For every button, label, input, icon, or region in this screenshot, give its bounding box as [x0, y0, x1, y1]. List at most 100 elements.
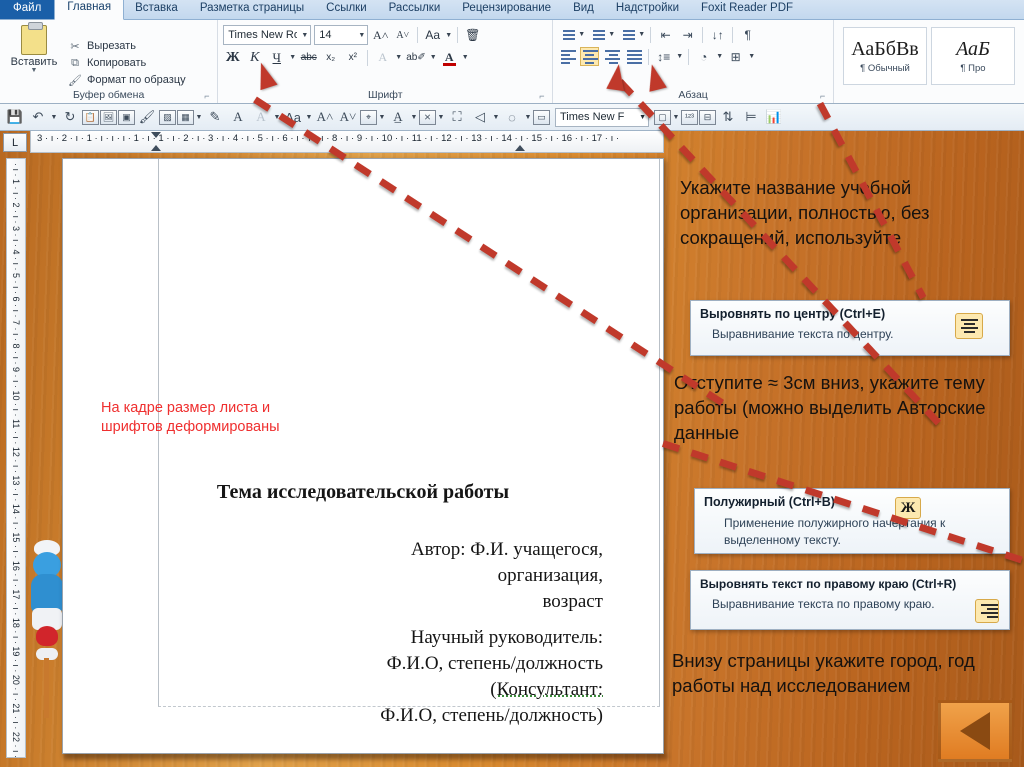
- chevron-down-icon[interactable]: ▼: [378, 114, 386, 121]
- insert-clipart-icon[interactable]: ▣: [118, 109, 135, 125]
- chevron-down-icon[interactable]: ▼: [31, 67, 38, 74]
- style-no-spacing[interactable]: АаБ ¶ Про: [931, 27, 1015, 85]
- chevron-down-icon[interactable]: ▼: [445, 32, 452, 39]
- paste-icon[interactable]: 📋: [82, 109, 99, 125]
- chevron-down-icon[interactable]: ▼: [638, 31, 645, 38]
- align-center-icon[interactable]: [580, 47, 600, 66]
- format-painter-icon[interactable]: 🖌: [136, 107, 158, 128]
- subscript-button[interactable]: x₂: [321, 48, 340, 67]
- chevron-down-icon[interactable]: ▼: [297, 32, 308, 39]
- font-color-a-icon[interactable]: A: [227, 107, 249, 128]
- grow-font-icon[interactable]: A˄: [371, 26, 390, 45]
- chevron-down-icon[interactable]: ▼: [50, 114, 58, 121]
- chevron-down-icon[interactable]: ▼: [672, 114, 680, 121]
- word-count-icon[interactable]: ¹²³: [681, 109, 698, 125]
- text-box-icon[interactable]: ▭: [533, 109, 550, 125]
- chevron-down-icon[interactable]: ▼: [305, 114, 313, 121]
- compare-icon[interactable]: ⊟: [699, 109, 716, 125]
- insert-table-icon[interactable]: ▦: [177, 109, 194, 125]
- chevron-down-icon[interactable]: ▼: [524, 114, 532, 121]
- chevron-down-icon[interactable]: ▼: [639, 114, 646, 121]
- cut-button[interactable]: ✂ Вырезать: [65, 39, 189, 54]
- tab-addins[interactable]: Надстройки: [605, 0, 690, 19]
- tab-references[interactable]: Ссылки: [315, 0, 378, 19]
- chevron-down-icon[interactable]: ▼: [716, 53, 723, 60]
- chart-icon[interactable]: 📊: [763, 107, 785, 128]
- tab-review[interactable]: Рецензирование: [451, 0, 562, 19]
- chevron-down-icon[interactable]: ▼: [430, 54, 437, 61]
- shading-icon[interactable]: ◔: [694, 47, 713, 66]
- crop-icon[interactable]: ⛶: [446, 107, 468, 128]
- align-justify-icon[interactable]: [624, 47, 643, 66]
- superscript-button[interactable]: x²: [343, 48, 362, 67]
- chevron-down-icon[interactable]: ▼: [195, 114, 203, 121]
- text-direction-icon[interactable]: ⇅: [717, 107, 739, 128]
- insert-object-icon[interactable]: ▨: [159, 109, 176, 125]
- chevron-down-icon[interactable]: ▼: [354, 32, 365, 39]
- paragraph-dialog-launcher-icon[interactable]: ⌐: [820, 92, 829, 101]
- shape-fill-icon[interactable]: ◌: [501, 107, 523, 128]
- text-highlight-icon[interactable]: ab✐: [405, 48, 427, 67]
- redo-icon[interactable]: ↻: [59, 107, 81, 128]
- wrap-text-icon[interactable]: ◁: [469, 107, 491, 128]
- qat-font-name-combo[interactable]: Times New F ▼: [555, 107, 649, 127]
- chevron-down-icon[interactable]: ▼: [395, 54, 402, 61]
- equation-icon[interactable]: ⨯: [419, 109, 436, 125]
- chevron-down-icon[interactable]: ▼: [462, 54, 469, 61]
- decrease-indent-icon[interactable]: ⇤: [656, 25, 675, 44]
- strikethrough-button[interactable]: abc: [299, 48, 318, 67]
- clipboard-dialog-launcher-icon[interactable]: ⌐: [204, 92, 213, 101]
- font-dialog-launcher-icon[interactable]: ⌐: [539, 92, 548, 101]
- back-navigation-button[interactable]: [938, 700, 1012, 762]
- copy-button[interactable]: ⧉ Копировать: [65, 56, 189, 71]
- tab-view[interactable]: Вид: [562, 0, 605, 19]
- chevron-down-icon[interactable]: ▼: [492, 114, 500, 121]
- tab-foxit-pdf[interactable]: Foxit Reader PDF: [690, 0, 804, 19]
- align-object-icon[interactable]: ⊨: [740, 107, 762, 128]
- chevron-down-icon[interactable]: ▼: [578, 31, 585, 38]
- chevron-down-icon[interactable]: ▼: [289, 54, 296, 61]
- highlight-icon[interactable]: ✎: [204, 107, 226, 128]
- bold-button[interactable]: Ж: [223, 48, 242, 67]
- select-icon[interactable]: ⌖: [360, 109, 377, 125]
- save-icon[interactable]: 💾: [4, 107, 26, 128]
- align-left-icon[interactable]: [558, 47, 577, 66]
- sort-icon[interactable]: ↓↑: [708, 25, 727, 44]
- tab-page-layout[interactable]: Разметка страницы: [189, 0, 315, 19]
- grow-font-icon[interactable]: A˄: [314, 107, 336, 128]
- insert-picture-icon[interactable]: 🖼: [100, 109, 117, 125]
- change-case-button[interactable]: Aa: [423, 26, 442, 45]
- chevron-down-icon[interactable]: ▼: [676, 53, 683, 60]
- chevron-down-icon[interactable]: ▼: [437, 114, 445, 121]
- borders-icon[interactable]: ⊞: [726, 47, 745, 66]
- chevron-down-icon[interactable]: ▼: [410, 114, 418, 121]
- font-name-combo[interactable]: Times New Ro ▼: [223, 25, 312, 45]
- tab-home[interactable]: Главная: [54, 0, 125, 20]
- tab-mailings[interactable]: Рассылки: [378, 0, 452, 19]
- clear-formatting-icon[interactable]: 🗑: [463, 26, 482, 45]
- shrink-font-icon[interactable]: A˅: [337, 107, 359, 128]
- multilevel-list-icon[interactable]: [618, 27, 636, 42]
- first-line-indent-marker[interactable]: [151, 132, 161, 138]
- font-color-button[interactable]: A: [440, 48, 459, 67]
- document-page[interactable]: На кадре размер листа и шрифтов деформир…: [62, 158, 664, 754]
- style-normal[interactable]: АаБбВв ¶ Обычный: [843, 27, 927, 85]
- right-indent-marker[interactable]: [515, 145, 525, 151]
- undo-icon[interactable]: ↶: [27, 107, 49, 128]
- tab-stop-selector[interactable]: L: [3, 133, 27, 152]
- chevron-down-icon[interactable]: ▼: [608, 31, 615, 38]
- tab-file[interactable]: Файл: [0, 0, 55, 19]
- bulleted-list-icon[interactable]: [558, 27, 576, 42]
- horizontal-ruler[interactable]: 3 · ı · 2 · ı · 1 · ı · ı · ı · 1 · ı · …: [30, 131, 664, 153]
- text-effects-icon[interactable]: A: [373, 48, 392, 67]
- tab-insert[interactable]: Вставка: [124, 0, 189, 19]
- shrink-font-icon[interactable]: A˅: [393, 26, 412, 45]
- numbered-list-icon[interactable]: [588, 27, 606, 42]
- left-indent-marker[interactable]: [151, 145, 161, 151]
- vertical-ruler[interactable]: · ı · 1 · ı · 2 · ı · 3 · ı · 4 · ı · 5 …: [6, 158, 26, 758]
- chevron-down-icon[interactable]: ▼: [748, 53, 755, 60]
- pilcrow-icon[interactable]: ¶: [738, 25, 757, 44]
- increase-indent-icon[interactable]: ⇥: [678, 25, 697, 44]
- format-painter-button[interactable]: 🖌 Формат по образцу: [65, 73, 189, 88]
- font-size-combo[interactable]: 14 ▼: [314, 25, 369, 45]
